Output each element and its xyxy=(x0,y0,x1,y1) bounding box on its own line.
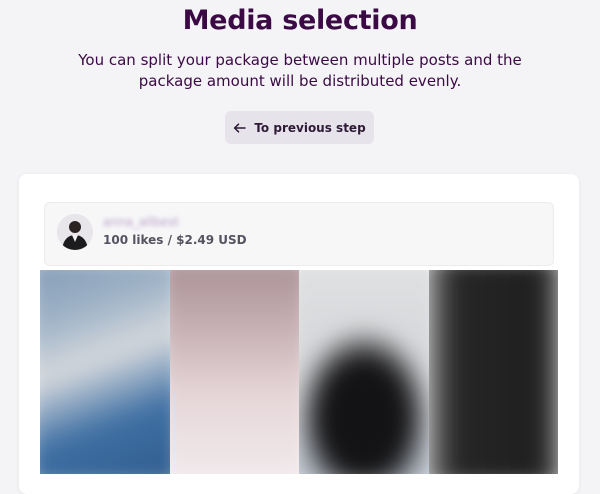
package-summary: 100 likes / $2.49 USD xyxy=(103,233,247,247)
avatar xyxy=(57,214,93,250)
account-username: anna_allbest xyxy=(103,215,179,229)
media-thumb-2[interactable] xyxy=(169,270,299,474)
previous-step-button[interactable]: To previous step xyxy=(225,111,374,144)
account-summary: anna_allbest 100 likes / $2.49 USD xyxy=(44,202,554,266)
media-thumb-1[interactable] xyxy=(40,270,170,474)
media-thumb-3[interactable] xyxy=(299,270,429,474)
media-selection-card: anna_allbest 100 likes / $2.49 USD xyxy=(19,174,579,494)
media-thumb-4[interactable] xyxy=(428,270,558,474)
media-grid xyxy=(40,270,558,474)
page-title: Media selection xyxy=(182,5,418,36)
arrow-left-icon xyxy=(233,122,247,133)
previous-step-label: To previous step xyxy=(254,120,366,135)
page-subtitle: You can split your package between multi… xyxy=(78,51,522,90)
